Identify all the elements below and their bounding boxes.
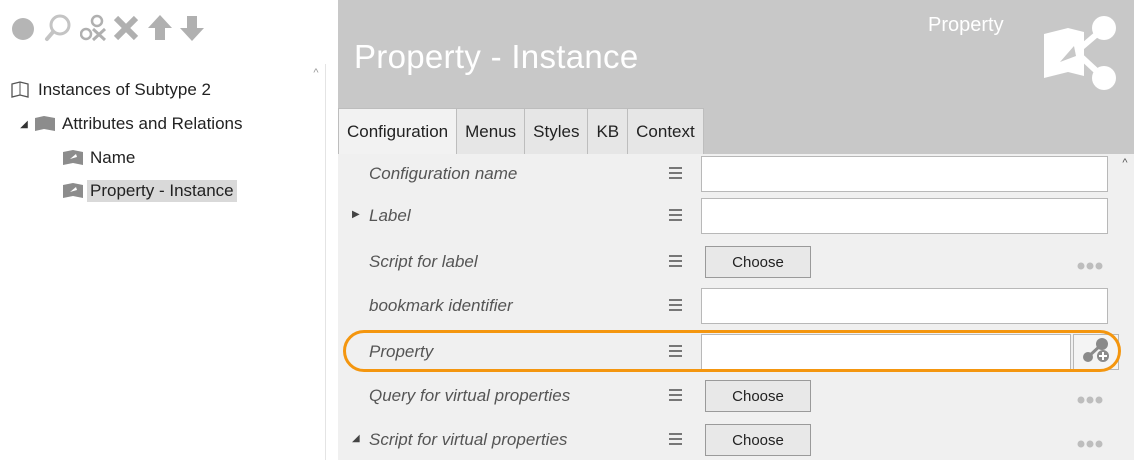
property-input[interactable]	[701, 334, 1071, 370]
form-row-script-for-label: Script for label Choose	[338, 242, 1118, 284]
hamburger-menu-icon[interactable]	[668, 342, 684, 360]
form-row-label: ▶ Label	[338, 196, 1118, 238]
add-relation-button[interactable]	[1073, 334, 1119, 370]
form-row-bookmark-identifier: bookmark identifier	[338, 286, 1118, 328]
scroll-up-icon[interactable]: ^	[309, 66, 323, 80]
label-input[interactable]	[701, 198, 1108, 234]
explorer-toolbar	[0, 0, 326, 64]
tree-item-label: Property - Instance	[87, 180, 237, 202]
field-label: Script for label	[369, 252, 478, 271]
arrow-down-icon[interactable]	[178, 12, 206, 44]
search-icon[interactable]	[44, 12, 72, 44]
hamburger-menu-icon[interactable]	[668, 386, 684, 404]
tab-context[interactable]: Context	[628, 108, 704, 154]
choose-query-button[interactable]: Choose	[705, 380, 811, 412]
expanded-triangle-icon[interactable]: ◢	[18, 119, 30, 130]
tab-configuration[interactable]: Configuration	[338, 108, 458, 154]
folder-book-icon	[34, 114, 56, 134]
arrow-up-icon[interactable]	[146, 12, 174, 44]
tree-item-name[interactable]: Name	[62, 145, 135, 171]
field-label: bookmark identifier	[369, 296, 513, 315]
hamburger-menu-icon[interactable]	[668, 206, 684, 224]
more-options-icon[interactable]	[1076, 392, 1104, 404]
tab-kb[interactable]: KB	[588, 108, 629, 154]
choose-script-for-virtual-properties-button[interactable]: Choose	[705, 424, 811, 456]
tree-item-label: Instances of Subtype 2	[38, 80, 211, 99]
field-label: Label	[369, 206, 411, 225]
editor-pane: Property - Instance Property Configurati…	[338, 0, 1134, 460]
hamburger-menu-icon[interactable]	[668, 430, 684, 448]
field-label: Query for virtual properties	[369, 386, 571, 405]
editor-header: Property - Instance Property	[338, 0, 1134, 112]
property-relation-icon	[1038, 12, 1122, 92]
field-label: Property	[369, 342, 434, 361]
delete-icon[interactable]	[112, 12, 140, 44]
form-row-property: Property	[338, 332, 1119, 374]
hamburger-menu-icon[interactable]	[668, 164, 684, 182]
tab-menus[interactable]: Menus	[457, 108, 526, 154]
choose-script-for-label-button[interactable]: Choose	[705, 246, 811, 278]
configuration-name-input[interactable]	[701, 156, 1108, 192]
tab-styles[interactable]: Styles	[525, 108, 589, 154]
tree-item-root[interactable]: Instances of Subtype 2	[10, 77, 211, 103]
type-label: Property	[928, 14, 1004, 36]
more-options-icon[interactable]	[1076, 436, 1104, 448]
attribute-icon	[62, 181, 84, 201]
collapse-caret-icon[interactable]: ◢	[352, 433, 364, 444]
field-label: Configuration name	[369, 164, 518, 183]
explorer-pane: ^ Instances of Subtype 2 ◢ Attributes an…	[0, 0, 326, 460]
key-remove-icon[interactable]	[80, 12, 108, 44]
field-label: Script for virtual properties	[369, 430, 568, 449]
tree-item-label: Attributes and Relations	[62, 114, 243, 133]
hamburger-menu-icon[interactable]	[668, 252, 684, 270]
add-relation-icon	[1081, 336, 1111, 369]
expand-caret-icon[interactable]: ▶	[352, 209, 364, 220]
more-options-icon[interactable]	[1076, 258, 1104, 270]
form-row-configuration-name: Configuration name	[338, 154, 1118, 196]
circle-icon[interactable]	[10, 12, 38, 44]
form-row-query-for-virtual-properties: Query for virtual properties Choose	[338, 376, 1118, 418]
open-book-icon	[10, 80, 32, 100]
configuration-form: ^ Configuration name ▶ Label Script for …	[338, 154, 1134, 460]
bookmark-identifier-input[interactable]	[701, 288, 1108, 324]
tab-bar: Configuration Menus Styles KB Context	[338, 108, 1134, 154]
hamburger-menu-icon[interactable]	[668, 296, 684, 314]
page-title: Property - Instance	[354, 38, 639, 75]
tree-item-label: Name	[90, 148, 136, 167]
form-row-script-for-virtual-properties: ◢ Script for virtual properties Choose	[338, 420, 1118, 462]
scroll-up-icon[interactable]: ^	[1118, 156, 1132, 170]
tree-item-property-instance[interactable]: Property - Instance	[62, 178, 237, 204]
tree-item-attributes-and-relations[interactable]: ◢ Attributes and Relations	[18, 111, 243, 137]
attribute-icon	[62, 148, 84, 168]
